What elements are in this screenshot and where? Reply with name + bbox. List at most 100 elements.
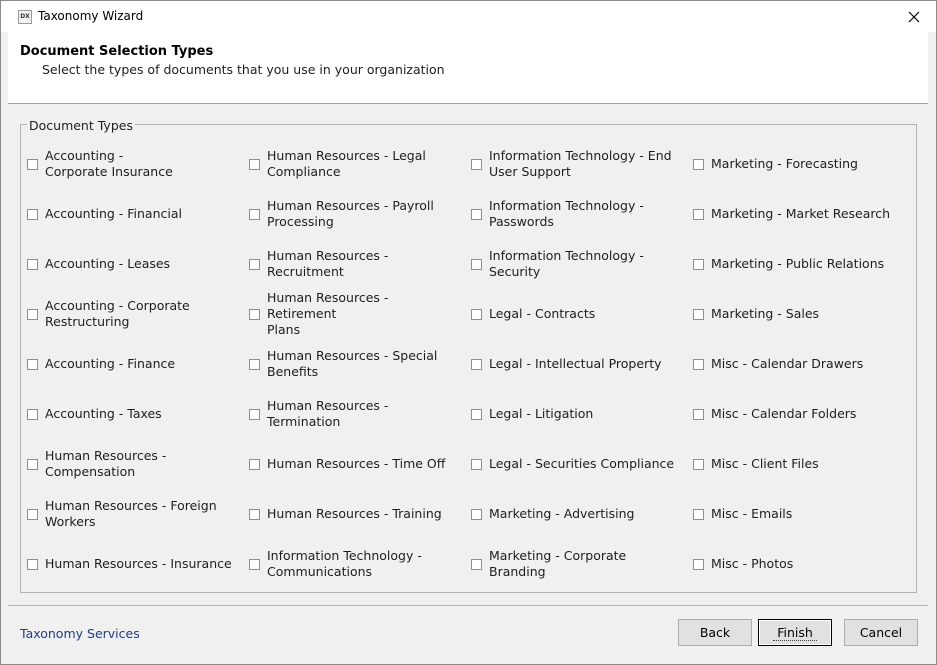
checkbox-box[interactable]: [471, 158, 482, 170]
checkbox-box[interactable]: [693, 208, 704, 220]
checkbox-box[interactable]: [471, 408, 482, 420]
checkbox-box[interactable]: [27, 558, 38, 570]
finish-button[interactable]: Finish: [758, 619, 832, 646]
checkbox-label: Marketing - Market Research: [711, 206, 891, 221]
document-type-checkbox[interactable]: Legal - Intellectual Property: [463, 344, 683, 384]
checkbox-label: Human Resources - Retirement Plans: [267, 290, 389, 337]
checkbox-label: Information Technology - Security: [489, 248, 644, 279]
taxonomy-services-link[interactable]: Taxonomy Services: [20, 626, 140, 641]
checkbox-box[interactable]: [693, 158, 704, 170]
document-type-checkbox[interactable]: Human Resources - Insurance: [19, 544, 239, 584]
document-type-checkbox[interactable]: Human Resources - Training: [241, 494, 461, 534]
document-type-checkbox[interactable]: Human Resources - Recruitment: [241, 244, 461, 284]
document-type-checkbox[interactable]: Accounting - Corporate Insurance: [19, 144, 239, 184]
checkbox-label: Human Resources - Foreign Workers: [45, 498, 217, 529]
document-type-checkbox[interactable]: Misc - Emails: [685, 494, 905, 534]
checkbox-box[interactable]: [27, 208, 38, 220]
document-type-checkbox[interactable]: Accounting - Finance: [19, 344, 239, 384]
checkbox-label: Misc - Calendar Drawers: [711, 356, 864, 371]
document-type-checkbox[interactable]: Human Resources - Compensation: [19, 444, 239, 484]
back-button[interactable]: Back: [678, 619, 752, 646]
document-type-checkbox[interactable]: Human Resources - Time Off: [241, 444, 461, 484]
checkbox-box[interactable]: [471, 208, 482, 220]
document-type-checkbox[interactable]: Human Resources - Retirement Plans: [241, 290, 461, 337]
app-icon: DX: [18, 10, 32, 24]
document-type-checkbox[interactable]: Misc - Calendar Drawers: [685, 344, 905, 384]
document-type-checkbox[interactable]: Legal - Litigation: [463, 394, 683, 434]
document-type-checkbox[interactable]: Human Resources - Legal Compliance: [241, 144, 461, 184]
checkbox-box[interactable]: [249, 258, 260, 270]
document-type-checkbox[interactable]: Information Technology - Communications: [241, 544, 461, 584]
checkbox-box[interactable]: [471, 358, 482, 370]
checkbox-box[interactable]: [693, 508, 704, 520]
checkbox-label: Accounting - Taxes: [45, 406, 162, 421]
checkbox-box[interactable]: [249, 558, 260, 570]
checkbox-label: Accounting - Leases: [45, 256, 171, 271]
checkbox-box[interactable]: [249, 158, 260, 170]
checkbox-box[interactable]: [27, 308, 38, 320]
document-type-checkbox[interactable]: Legal - Securities Compliance: [463, 444, 683, 484]
checkbox-box[interactable]: [249, 408, 260, 420]
checkbox-box[interactable]: [249, 508, 260, 520]
checkbox-label: Accounting - Corporate Restructuring: [45, 298, 190, 329]
document-type-checkbox[interactable]: Accounting - Taxes: [19, 394, 239, 434]
checkbox-box[interactable]: [693, 558, 704, 570]
checkbox-label: Marketing - Sales: [711, 306, 820, 321]
checkbox-label: Legal - Intellectual Property: [489, 356, 662, 371]
document-type-checkbox[interactable]: Legal - Contracts: [463, 294, 683, 334]
group-label: Document Types: [27, 118, 135, 133]
checkbox-box[interactable]: [249, 208, 260, 220]
document-type-checkbox[interactable]: Accounting - Financial: [19, 194, 239, 234]
checkbox-box[interactable]: [249, 358, 260, 370]
document-type-checkbox[interactable]: Human Resources - Payroll Processing: [241, 194, 461, 234]
checkbox-box[interactable]: [471, 508, 482, 520]
document-type-checkbox[interactable]: Accounting - Corporate Restructuring: [19, 294, 239, 334]
document-type-checkbox[interactable]: Marketing - Corporate Branding: [463, 544, 683, 584]
document-type-checkbox[interactable]: Accounting - Leases: [19, 244, 239, 284]
document-type-checkbox[interactable]: Information Technology - End User Suppor…: [463, 144, 683, 184]
checkbox-box[interactable]: [27, 358, 38, 370]
checkbox-box[interactable]: [471, 258, 482, 270]
checkbox-box[interactable]: [471, 558, 482, 570]
checkbox-box[interactable]: [27, 458, 38, 470]
checkbox-box[interactable]: [693, 458, 704, 470]
checkbox-box[interactable]: [471, 458, 482, 470]
checkbox-label: Human Resources - Compensation: [45, 448, 167, 479]
window-title: Taxonomy Wizard: [38, 9, 144, 23]
close-button[interactable]: [892, 1, 936, 32]
checkbox-box[interactable]: [471, 308, 482, 320]
checkbox-box[interactable]: [27, 258, 38, 270]
document-type-checkbox[interactable]: Marketing - Market Research: [685, 194, 905, 234]
checkbox-box[interactable]: [693, 308, 704, 320]
document-type-checkbox[interactable]: Marketing - Sales: [685, 294, 905, 334]
checkbox-box[interactable]: [249, 458, 260, 470]
document-type-checkbox[interactable]: Misc - Calendar Folders: [685, 394, 905, 434]
document-type-checkbox[interactable]: Information Technology - Security: [463, 244, 683, 284]
finish-label: Finish: [773, 625, 817, 641]
checkbox-box[interactable]: [249, 308, 260, 320]
checkbox-label: Information Technology - Communications: [267, 548, 422, 579]
checkbox-box[interactable]: [27, 508, 38, 520]
document-type-checkbox[interactable]: Misc - Photos: [685, 544, 905, 584]
document-type-checkbox[interactable]: Human Resources - Foreign Workers: [19, 494, 239, 534]
document-type-checkbox[interactable]: Human Resources - Special Benefits: [241, 344, 461, 384]
document-type-checkbox[interactable]: Marketing - Forecasting: [685, 144, 905, 184]
cancel-button[interactable]: Cancel: [844, 619, 918, 646]
checkbox-label: Misc - Emails: [711, 506, 793, 521]
checkbox-label: Accounting - Corporate Insurance: [45, 148, 173, 179]
document-type-checkbox[interactable]: Information Technology - Passwords: [463, 194, 683, 234]
document-type-checkbox[interactable]: Misc - Client Files: [685, 444, 905, 484]
document-type-checkbox[interactable]: Marketing - Advertising: [463, 494, 683, 534]
checkbox-label: Legal - Contracts: [489, 306, 596, 321]
checkbox-box[interactable]: [27, 408, 38, 420]
checkbox-label: Human Resources - Special Benefits: [267, 348, 438, 379]
checkbox-box[interactable]: [693, 358, 704, 370]
document-type-checkbox[interactable]: Marketing - Public Relations: [685, 244, 905, 284]
checkbox-box[interactable]: [693, 408, 704, 420]
checkbox-box[interactable]: [693, 258, 704, 270]
checkbox-label: Human Resources - Training: [267, 506, 442, 521]
checkbox-box[interactable]: [27, 158, 38, 170]
checkbox-label: Marketing - Advertising: [489, 506, 635, 521]
document-type-checkbox[interactable]: Human Resources - Termination: [241, 394, 461, 434]
checkbox-label: Legal - Litigation: [489, 406, 594, 421]
